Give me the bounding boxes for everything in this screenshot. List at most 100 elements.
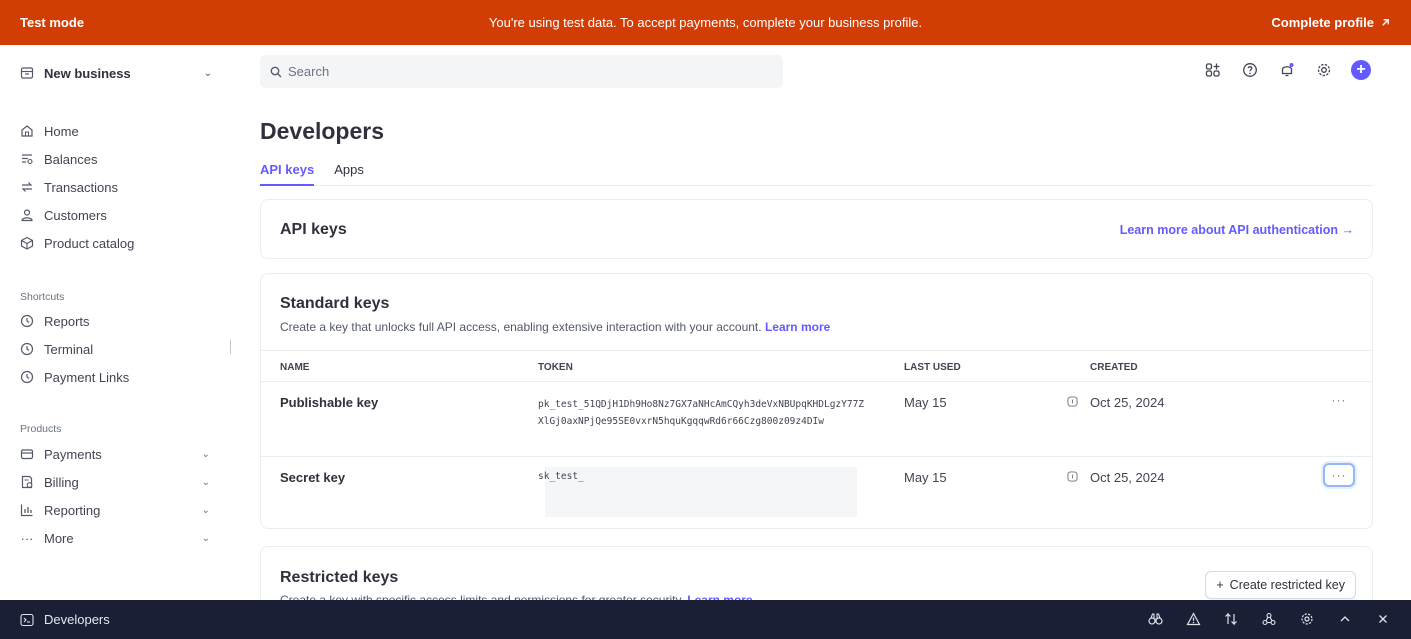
sidebar-item-label: Home [44, 123, 79, 139]
chevron-down-icon: ⌄ [201, 504, 210, 516]
warning-icon[interactable] [1185, 611, 1201, 627]
api-keys-card: API keys Learn more about API authentica… [260, 199, 1373, 259]
row-actions-button[interactable]: ··· [1323, 388, 1355, 412]
more-horizontal-icon: ··· [1331, 393, 1347, 407]
chevron-down-icon: ⌄ [201, 532, 210, 544]
sidebar-item-reporting[interactable]: Reporting ⌄ [20, 496, 210, 524]
publishable-key-token[interactable]: pk_test_51QDjH1Dh9Ho8Nz7GX7aNHcAmCQyh3de… [538, 396, 868, 430]
shortcuts-heading: Shortcuts [20, 291, 65, 303]
store-icon [20, 67, 34, 79]
info-icon[interactable] [1067, 471, 1078, 482]
sidebar-item-label: Reports [44, 313, 90, 329]
sidebar-item-label: Reporting [44, 502, 101, 518]
close-icon[interactable] [1375, 611, 1391, 627]
complete-profile-link[interactable]: Complete profile [1271, 15, 1391, 30]
standard-keys-learn-more-link[interactable]: Learn more [765, 320, 830, 334]
bottom-bar-tools [1147, 611, 1391, 627]
developers-bottom-bar: Developers [0, 600, 1411, 639]
create-restricted-key-label: Create restricted key [1229, 578, 1345, 592]
sidebar-item-billing[interactable]: Billing ⌄ [20, 468, 210, 496]
more-dots-icon: ··· [20, 530, 34, 546]
sidebar-item-label: Transactions [44, 179, 118, 195]
key-last-used: May 15 [904, 395, 947, 410]
customers-icon [20, 208, 34, 222]
sidebar-item-balances[interactable]: Balances [20, 145, 210, 173]
standard-keys-title: Standard keys [280, 295, 390, 312]
create-restricted-key-button[interactable]: + Create restricted key [1205, 571, 1356, 599]
transactions-icon [20, 180, 34, 194]
api-keys-card-title: API keys [280, 221, 347, 238]
sidebar-resize-handle[interactable] [230, 340, 231, 354]
help-icon[interactable] [1240, 60, 1260, 80]
reporting-icon [20, 503, 34, 517]
search-icon [270, 66, 282, 77]
column-header-created: CREATED [1090, 362, 1138, 373]
sidebar-item-label: Payment Links [44, 369, 130, 385]
column-header-name: NAME [280, 362, 310, 373]
keys-table-header: NAME TOKEN LAST USED CREATED [261, 350, 1372, 382]
products-nav: Payments ⌄ Billing ⌄ Reporting ⌄ ··· Mor… [20, 440, 211, 552]
chevron-down-icon: ⌄ [201, 476, 210, 488]
key-created: Oct 25, 2024 [1090, 395, 1165, 410]
learn-more-api-auth-link[interactable]: Learn more about API authentication → [1120, 223, 1354, 237]
sidebar-item-label: Product catalog [44, 235, 135, 251]
clock-icon [20, 314, 34, 328]
sidebar-item-home[interactable]: Home [20, 117, 210, 145]
plus-icon: + [1216, 578, 1224, 592]
sidebar: New business ⌄ Home Balances Transaction… [0, 45, 230, 600]
home-icon [20, 124, 34, 138]
info-icon[interactable] [1067, 396, 1078, 407]
column-header-last-used: LAST USED [904, 362, 961, 373]
more-horizontal-icon: ··· [1331, 468, 1347, 482]
tab-apps[interactable]: Apps [334, 160, 364, 186]
search-bar[interactable] [260, 55, 783, 88]
restricted-keys-title: Restricted keys [280, 569, 399, 586]
key-name: Publishable key [280, 395, 379, 410]
key-created: Oct 25, 2024 [1090, 470, 1165, 485]
sidebar-item-payment-links[interactable]: Payment Links [20, 363, 210, 391]
billing-icon [20, 475, 34, 489]
sidebar-item-more[interactable]: ··· More ⌄ [20, 524, 211, 552]
sort-arrows-icon[interactable] [1223, 611, 1239, 627]
developers-console-toggle[interactable]: Developers [20, 612, 110, 627]
webhooks-icon[interactable] [1261, 611, 1277, 627]
sidebar-item-reports[interactable]: Reports [20, 307, 210, 335]
clock-icon [20, 370, 34, 384]
chevron-down-icon: ⌄ [201, 448, 210, 460]
page-title: Developers [260, 118, 385, 144]
gear-icon[interactable] [1299, 611, 1315, 627]
bell-icon[interactable] [1277, 60, 1297, 80]
create-plus-icon[interactable]: + [1351, 60, 1371, 80]
standard-keys-description: Create a key that unlocks full API acces… [280, 320, 830, 334]
sidebar-item-customers[interactable]: Customers [20, 201, 210, 229]
apps-icon[interactable] [1203, 60, 1223, 80]
sidebar-item-payments[interactable]: Payments ⌄ [20, 440, 210, 468]
sidebar-item-label: Payments [44, 446, 102, 462]
row-actions-button[interactable]: ··· [1323, 463, 1355, 487]
shortcuts-nav: Reports Terminal Payment Links [20, 307, 210, 391]
table-row: Publishable key pk_test_51QDjH1Dh9Ho8Nz7… [261, 382, 1372, 457]
table-row: Secret key sk_test_ May 15 Oct 25, 2024 … [261, 457, 1372, 527]
gear-icon[interactable] [1314, 60, 1334, 80]
banner-message: You're using test data. To accept paymen… [488, 15, 923, 30]
main-nav: Home Balances Transactions Customers Pro… [20, 117, 210, 257]
sidebar-item-transactions[interactable]: Transactions [20, 173, 210, 201]
tab-api-keys[interactable]: API keys [260, 160, 315, 186]
balances-icon [20, 152, 34, 166]
product-catalog-icon [20, 236, 34, 250]
terminal-icon [20, 613, 34, 626]
binoculars-icon[interactable] [1147, 611, 1163, 627]
business-switcher[interactable]: New business ⌄ [20, 62, 212, 84]
search-input[interactable] [288, 64, 768, 79]
secret-key-token[interactable]: sk_test_ [538, 468, 868, 485]
sidebar-item-label: Balances [44, 151, 98, 167]
sidebar-item-label: Terminal [44, 341, 94, 357]
chevron-up-icon[interactable] [1337, 611, 1353, 627]
top-toolbar: + [1203, 60, 1371, 80]
sidebar-item-product-catalog[interactable]: Product catalog [20, 229, 210, 257]
sidebar-item-terminal[interactable]: Terminal [20, 335, 210, 363]
test-mode-label: Test mode [20, 15, 85, 30]
key-name: Secret key [280, 470, 346, 485]
sidebar-item-label: More [44, 530, 74, 546]
column-header-token: TOKEN [538, 362, 573, 373]
